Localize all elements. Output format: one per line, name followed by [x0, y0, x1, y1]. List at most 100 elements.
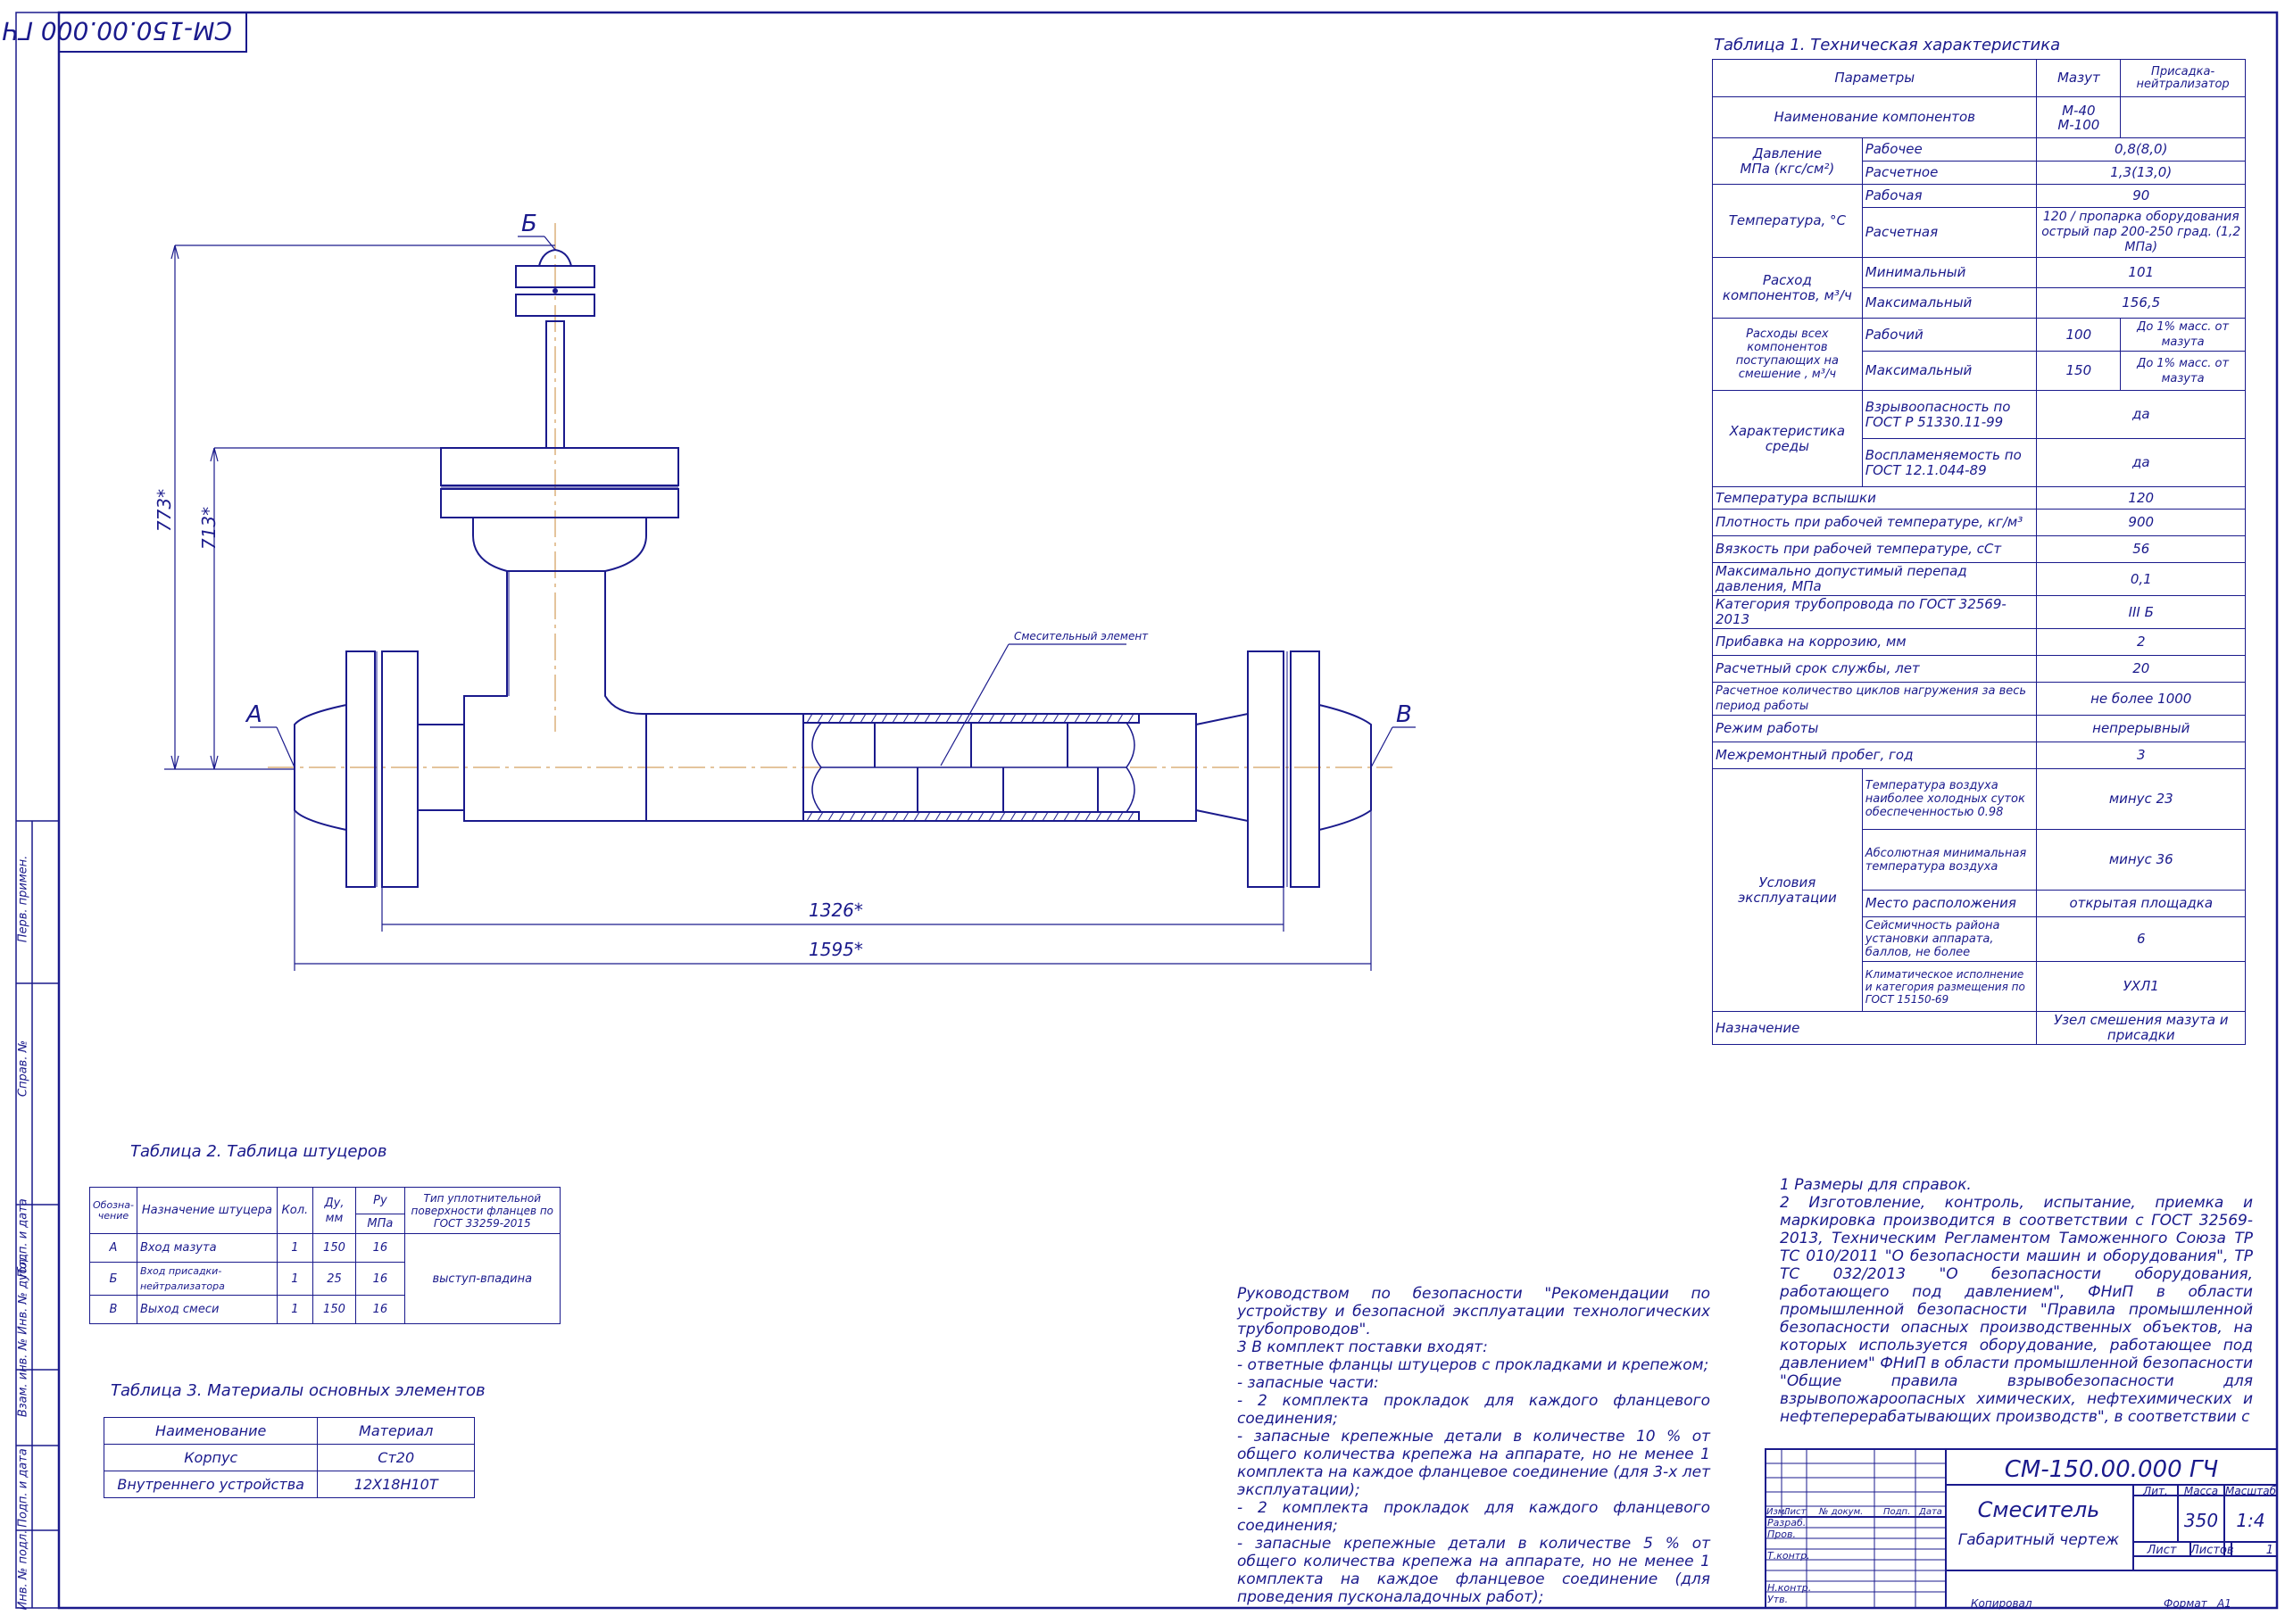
t2-h-qty: Кол. [277, 1187, 313, 1234]
t3-name: Корпус [103, 1444, 319, 1471]
t1-flowall-label: Расходы всех компонентов поступающих на … [1712, 318, 1863, 391]
t1-cond-item: Сейсмичность района установки аппарата, … [1861, 916, 2038, 962]
t1-pressure-work-value: 0,8(8,0) [2036, 137, 2246, 162]
tb-col: № докум. [1819, 1507, 1864, 1517]
t1-flowall-max-a: До 1% масс. от мазута [2120, 351, 2246, 391]
t2-dn: 150 [312, 1233, 357, 1263]
tb-sheets-value: 1 [2265, 1544, 2273, 1557]
notes-right: 1 Размеры для справок. 2 Изготовление, к… [1780, 1176, 2253, 1426]
t1-row-value: 2 [2036, 628, 2246, 656]
t1-medium-flam: Воспламеняемость по ГОСТ 12.1.044-89 [1861, 438, 2038, 487]
t1-cond-item: Климатическое исполнение и категория раз… [1861, 961, 2038, 1012]
t1-row-label: Межремонтный пробег, год [1711, 742, 2038, 769]
t1-pressure-calc-value: 1,3(13,0) [2036, 161, 2246, 185]
t1-components-label: Наименование компонентов [1711, 96, 2038, 138]
t1-medium-explos: Взрывоопасность по ГОСТ Р 51330.11-99 [1861, 390, 2038, 439]
t1-row-label: Категория трубопровода по ГОСТ 32569-201… [1711, 595, 2038, 629]
t3-h-name: Наименование [103, 1417, 319, 1445]
t1-cond-item: Абсолютная минимальная температура возду… [1861, 829, 2038, 891]
leader-mixing-element: Смесительный элемент [1014, 630, 1149, 642]
t1-row-label: Плотность при рабочей температуре, кг/м³ [1711, 509, 2038, 536]
t1-cond-value: открытая площадка [2036, 890, 2246, 917]
tb-col: Дата [1919, 1507, 1942, 1517]
tb-col: Подп. [1883, 1507, 1911, 1517]
tb-scale: 1:4 [2236, 1510, 2265, 1531]
tb-mass: 350 [2183, 1510, 2219, 1531]
tb-role: Разраб. [1767, 1517, 1807, 1529]
t1-row-label: Расчетный срок службы, лет [1711, 655, 2038, 683]
t1-row-value: не более 1000 [2036, 682, 2246, 716]
tb-role: Пров. [1767, 1529, 1796, 1540]
t2-qty: 1 [277, 1262, 313, 1296]
side-label-4: Взам. инв. № Инв. № дубл. [16, 1255, 30, 1418]
tb-subtitle: Габаритный чертеж [1957, 1531, 2120, 1549]
t1-medium-label: Характеристика среды [1712, 390, 1863, 487]
t1-cond-item: Температура воздуха наиболее холодных су… [1861, 768, 2038, 830]
t1-row-value: III Б [2036, 595, 2246, 629]
t1-cond-label: Условия эксплуатации [1712, 768, 1863, 1012]
t1-cond-value: УХЛ1 [2036, 961, 2246, 1012]
tb-sheet: Лист [2147, 1544, 2177, 1557]
notes-middle: Руководством по безопасности "Рекомендац… [1237, 1285, 1710, 1606]
t1-cond-value: минус 23 [2036, 768, 2246, 830]
t1-flowall-work-a: До 1% масс. от мазута [2120, 318, 2246, 352]
t1-row-label: Режим работы [1711, 715, 2038, 742]
t1-components-additive [2120, 96, 2246, 138]
label-a: А [246, 701, 262, 728]
t1-h-mazut: Мазут [2036, 59, 2122, 97]
t2-h-code: Обозна-чение [89, 1187, 137, 1234]
t1-temp-calc-value: 120 / пропарка оборудования острый пар 2… [2036, 207, 2246, 258]
label-v: В [1396, 701, 1412, 728]
t2-pn: 16 [355, 1233, 405, 1263]
dim-713: 713* [198, 506, 220, 551]
t2-h-pn: Ру [355, 1187, 405, 1214]
t1-row-value: 0,1 [2036, 562, 2246, 596]
table1-tech-spec: Параметры Мазут Присадка-нейтрализатор Н… [1711, 59, 2246, 1045]
tb-scale-label: Масштаб [2224, 1485, 2277, 1497]
t3-h-material: Материал [317, 1417, 475, 1445]
t1-pressure-calc: Расчетное [1861, 161, 2038, 185]
t1-row-value: 120 [2036, 486, 2246, 510]
t2-qty: 1 [277, 1233, 313, 1263]
t1-pressure-work: Рабочее [1861, 137, 2038, 162]
t1-flow-min-value: 101 [2036, 257, 2246, 288]
t2-pn: 16 [355, 1295, 405, 1324]
t3-name: Внутреннего устройства [103, 1471, 319, 1498]
tb-format-label: Формат [2164, 1597, 2207, 1610]
t1-row-value: непрерывный [2036, 715, 2246, 742]
t2-type-value: выступ-впадина [403, 1233, 561, 1324]
tb-lit: Лит. [2143, 1485, 2168, 1497]
tb-mass-label: Масса [2183, 1485, 2219, 1497]
table3-materials: Наименование Материал Корпус Ст20 Внутре… [103, 1417, 475, 1498]
t1-flow-label: Расход компонентов, м³/ч [1712, 257, 1863, 319]
t3-material: 12Х18Н10Т [317, 1471, 475, 1498]
t1-row-label: Максимально допустимый перепад давления,… [1711, 562, 2038, 596]
table1-title: Таблица 1. Техническая характеристика [1714, 36, 2061, 54]
t2-h-name: Назначение штуцера [136, 1187, 278, 1234]
t1-row-label: Температура вспышки [1711, 486, 2038, 510]
tb-role: Т.контр. [1767, 1550, 1810, 1562]
t1-flow-max-value: 156,5 [2036, 287, 2246, 319]
table2-nozzles: Обозна-чение Назначение штуцера Кол. Ду,… [89, 1187, 561, 1324]
t1-temp-calc: Расчетная [1861, 207, 2038, 258]
t1-row-value: 3 [2036, 742, 2246, 769]
t1-row-value: 900 [2036, 509, 2246, 536]
table3-title: Таблица 3. Материалы основных элементов [111, 1381, 486, 1400]
t2-dn: 25 [312, 1262, 357, 1296]
t2-qty: 1 [277, 1295, 313, 1324]
t1-flowall-max-m: 150 [2036, 351, 2122, 391]
tb-code: СМ-150.00.000 ГЧ [2004, 1456, 2219, 1483]
t3-material: Ст20 [317, 1444, 475, 1471]
t1-purpose-value: Узел смешения мазута и присадки [2036, 1011, 2246, 1045]
label-b: Б [521, 211, 537, 237]
side-label-2: Справ. № [16, 1040, 30, 1098]
t1-flow-max: Максимальный [1861, 287, 2038, 319]
t2-name: Вход присадки-нейтрализатора [136, 1262, 278, 1296]
t1-row-value: 20 [2036, 655, 2246, 683]
t1-pressure-label: Давление МПа (кгс/см²) [1712, 137, 1863, 185]
t1-components-mazut: М-40 М-100 [2036, 96, 2122, 138]
tb-role: Н.контр. [1767, 1582, 1812, 1594]
t1-medium-flam-value: да [2036, 438, 2246, 487]
tb-col: Лист [1783, 1507, 1807, 1517]
stamp-rotated: СМ-150.00.000 ГЧ [2, 16, 232, 46]
